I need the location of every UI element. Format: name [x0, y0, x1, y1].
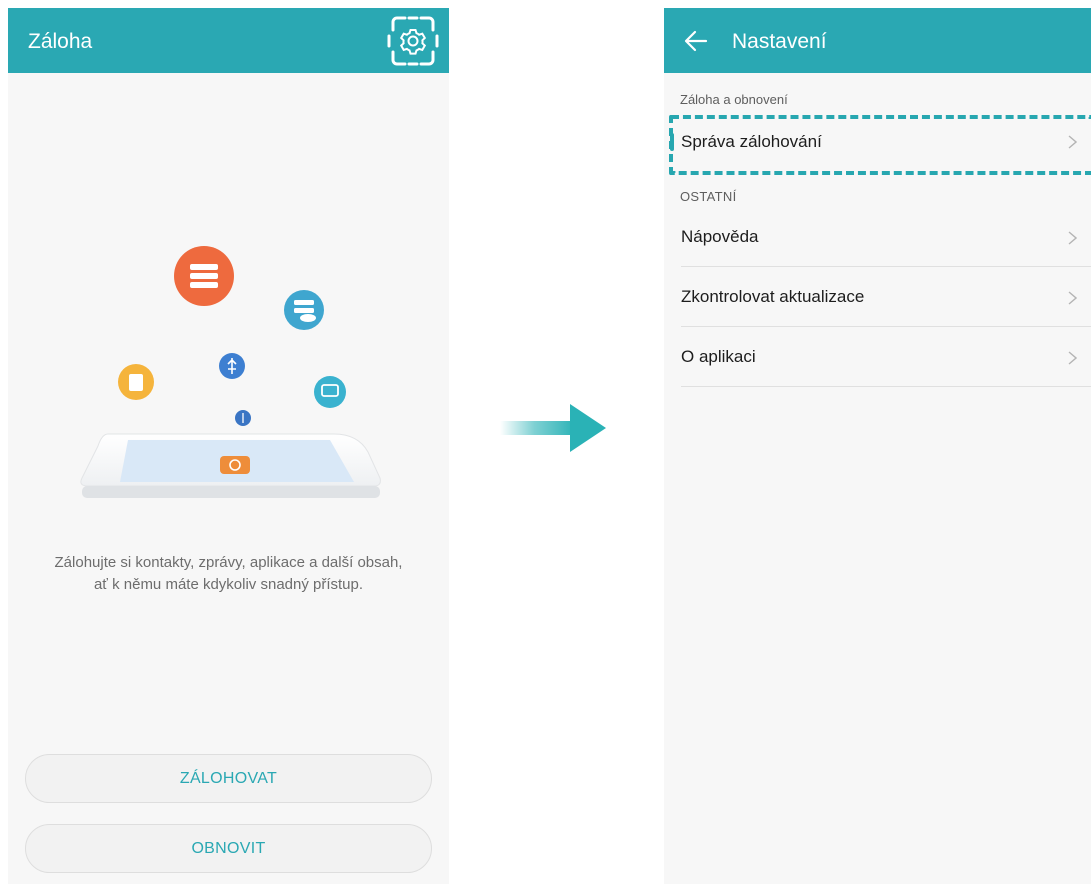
- divider: [681, 326, 1091, 327]
- divider: [681, 386, 1091, 387]
- chevron-right-icon: [1068, 291, 1077, 305]
- back-arrow-icon[interactable]: [684, 30, 708, 52]
- highlight-box: [669, 115, 1091, 175]
- flow-arrow-icon: [500, 404, 606, 452]
- app-bar: Záloha: [8, 8, 449, 73]
- help-label: Nápověda: [681, 227, 759, 246]
- check-updates-item[interactable]: Zkontrolovat aktualizace: [664, 269, 1091, 327]
- help-item[interactable]: Nápověda: [664, 209, 1091, 267]
- app-bar: Nastavení: [664, 8, 1091, 73]
- about-app-item[interactable]: O aplikaci: [664, 329, 1091, 387]
- section-backup-restore: Záloha a obnovení: [680, 92, 788, 107]
- backup-illustration: [68, 238, 398, 518]
- settings-button[interactable]: [383, 14, 443, 68]
- settings-gear-icon: [387, 16, 439, 66]
- page-title: Záloha: [28, 30, 93, 53]
- backup-description: Zálohujte si kontakty, zprávy, aplikace …: [8, 552, 449, 596]
- highlight-marker: [670, 133, 674, 151]
- restore-button[interactable]: OBNOVIT: [25, 824, 432, 873]
- page-title: Nastavení: [732, 30, 827, 53]
- description-line-2: ať k němu máte kdykoliv snadný přístup.: [93, 576, 364, 593]
- divider: [681, 266, 1091, 267]
- chevron-right-icon: [1068, 351, 1077, 365]
- backup-screen: Záloha Zálohujte si kontakty, zprávy, ap…: [8, 8, 449, 884]
- about-app-label: O aplikaci: [681, 347, 756, 366]
- description-line-1: Zálohujte si kontakty, zprávy, aplikace …: [54, 554, 403, 571]
- settings-screen: Nastavení Záloha a obnovení Správa záloh…: [664, 8, 1091, 884]
- check-updates-label: Zkontrolovat aktualizace: [681, 287, 865, 306]
- section-other: OSTATNÍ: [680, 189, 737, 204]
- backup-button[interactable]: ZÁLOHOVAT: [25, 754, 432, 803]
- chevron-right-icon: [1068, 231, 1077, 245]
